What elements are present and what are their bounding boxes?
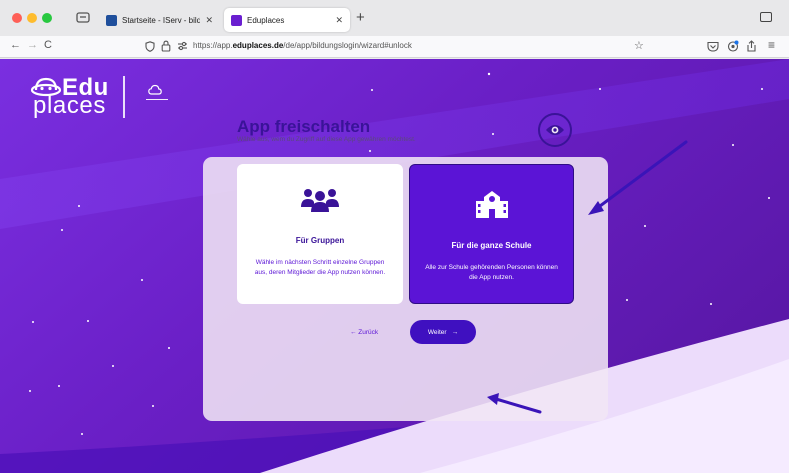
annotation-arrows	[487, 140, 688, 414]
